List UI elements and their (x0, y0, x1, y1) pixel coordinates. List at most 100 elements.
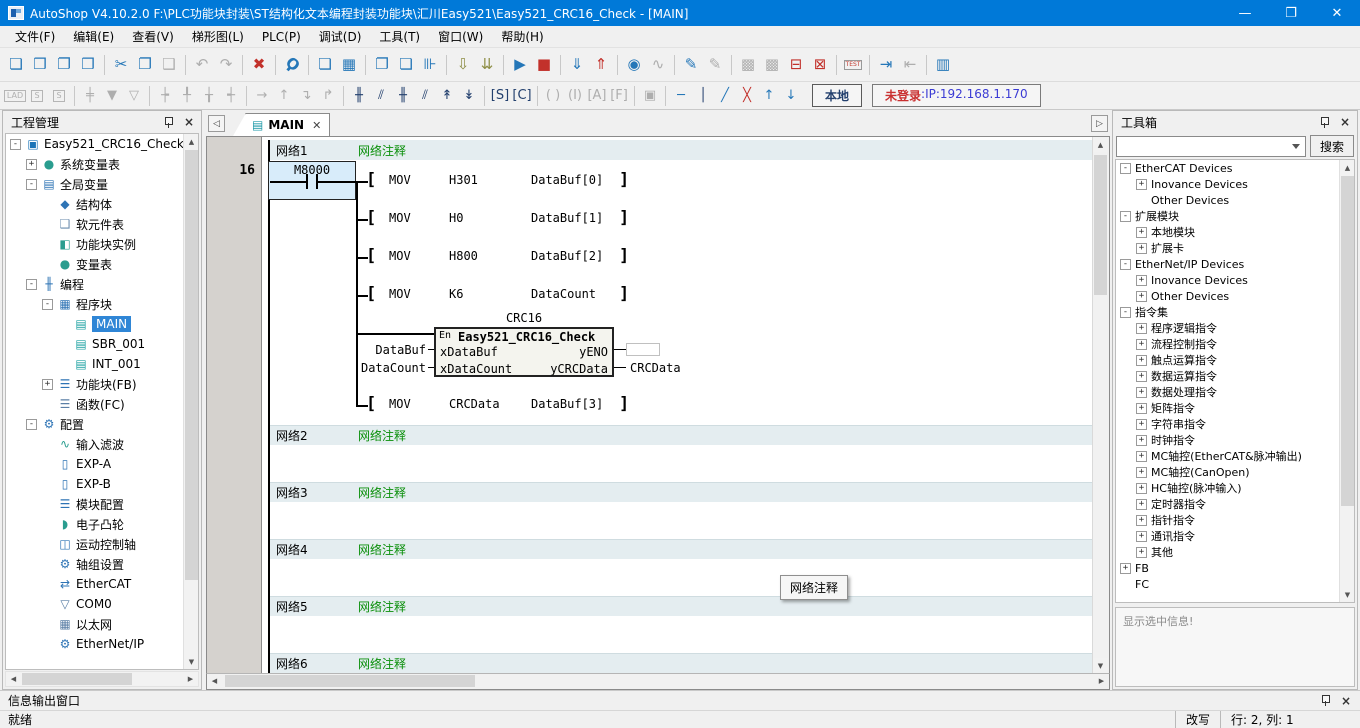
instruction-operand-source[interactable]: CRCData (449, 397, 500, 411)
collapse-icon[interactable]: - (26, 279, 37, 290)
scrollbar-thumb[interactable] (225, 675, 475, 687)
instruction-operand-dest[interactable]: DataBuf[1] (531, 211, 603, 225)
tree-item-item-14[interactable]: +数据处理指令 (1116, 384, 1354, 400)
save-button[interactable]: ❐ (52, 53, 76, 77)
usb-test-button[interactable]: TEST (841, 53, 865, 77)
expand-icon[interactable]: + (1136, 515, 1147, 526)
tree-item-com0[interactable]: ▽COM0 (6, 594, 198, 614)
tree-item-item-17[interactable]: +时钟指令 (1116, 432, 1354, 448)
contact-open-button[interactable]: ╫ (348, 86, 370, 106)
draw-sline-button[interactable]: ╱ (714, 86, 736, 106)
login-button[interactable]: ⇥ (874, 53, 898, 77)
tree-item-item-23[interactable]: +通讯指令 (1116, 528, 1354, 544)
tab-scroll-right-button[interactable]: ▷ (1091, 115, 1108, 132)
expand-icon[interactable]: + (1136, 403, 1147, 414)
cut-button[interactable]: ✂ (109, 53, 133, 77)
expand-icon[interactable]: + (1136, 355, 1147, 366)
run-button[interactable]: ▶ (508, 53, 532, 77)
scrollbar-thumb[interactable] (22, 673, 132, 685)
tree-item-item-2[interactable]: -▤全局变量 (6, 174, 198, 194)
scroll-down-icon[interactable]: ▼ (1340, 587, 1355, 602)
coil-a-button[interactable]: [A] (586, 86, 608, 106)
instruction-operand-dest[interactable]: DataCount (531, 287, 596, 301)
oscilloscope-button[interactable]: ∿ (646, 53, 670, 77)
contact-closed-button[interactable]: ⫽ (370, 86, 392, 106)
menu-item-l[interactable]: 梯形图(L) (183, 26, 253, 47)
expand-icon[interactable]: + (1136, 243, 1147, 254)
network-comment[interactable]: 网络注释 (358, 427, 406, 444)
tree-item-ethernet-ip[interactable]: ⚙EtherNet/IP (6, 634, 198, 654)
tree-item-item-9[interactable]: -指令集 (1116, 304, 1354, 320)
expand-icon[interactable]: + (1136, 499, 1147, 510)
menu-item-v[interactable]: 查看(V) (123, 26, 183, 47)
scroll-right-icon[interactable]: ▶ (183, 672, 198, 686)
tree-item-easy521-crc16-check[interactable]: -▣Easy521_CRC16_Check (6, 134, 198, 154)
contact-rising-button[interactable]: ↟ (436, 86, 458, 106)
tree-item-item-14[interactable]: -⚙配置 (6, 414, 198, 434)
instruction-opcode[interactable]: MOV (389, 249, 411, 263)
network-1-header[interactable]: 网络1 网络注释 (270, 140, 1092, 160)
expand-icon[interactable]: + (1136, 387, 1147, 398)
instruction-operand-source[interactable]: H301 (449, 173, 478, 187)
menu-item-t[interactable]: 工具(T) (370, 26, 429, 47)
expand-icon[interactable]: + (1136, 483, 1147, 494)
tree-item-mc-canopen[interactable]: +MC轴控(CanOpen) (1116, 464, 1354, 480)
tree-item-fb[interactable]: +FB (1116, 560, 1354, 576)
tree-item-item-4[interactable]: ❑软元件表 (6, 214, 198, 234)
tree-item-hc[interactable]: +HC轴控(脉冲输入) (1116, 480, 1354, 496)
new-project-button[interactable]: ❏ (4, 53, 28, 77)
restore-button[interactable]: ❐ (1268, 0, 1314, 26)
instruction-opcode[interactable]: MOV (389, 211, 411, 225)
scroll-up-icon[interactable]: ▲ (1340, 160, 1355, 175)
compile-all-button[interactable]: ⇊ (475, 53, 499, 77)
tree-item-mc-ethercat[interactable]: +MC轴控(EtherCAT&脉冲输出) (1116, 448, 1354, 464)
tree-item-item-10[interactable]: +程序逻辑指令 (1116, 320, 1354, 336)
network-header[interactable]: 网络4网络注释 (270, 539, 1092, 559)
expand-icon[interactable]: + (1136, 227, 1147, 238)
contact-open-b-button[interactable]: ╫ (392, 86, 414, 106)
print-button[interactable]: ▦ (337, 53, 361, 77)
branch-up-button[interactable]: ╁ (198, 86, 220, 106)
menu-item-e[interactable]: 编辑(E) (64, 26, 123, 47)
search-button[interactable]: 搜索 (1310, 135, 1354, 157)
online-delete-button[interactable]: ▩ (760, 53, 784, 77)
branch-end-button[interactable]: ╀ (176, 86, 198, 106)
instruction-opcode[interactable]: MOV (389, 173, 411, 187)
branch-start-button[interactable]: ┾ (154, 86, 176, 106)
tree-item-ethercat-devices[interactable]: -EtherCAT Devices (1116, 160, 1354, 176)
tree-item-item-4[interactable]: +本地模块 (1116, 224, 1354, 240)
instruction-operand-source[interactable]: H800 (449, 249, 478, 263)
scroll-right-icon[interactable]: ▶ (1094, 674, 1109, 688)
collapse-icon[interactable]: - (42, 299, 53, 310)
network-comment[interactable]: 网络注释 (358, 598, 406, 615)
tree-item-item-18[interactable]: ☰模块配置 (6, 494, 198, 514)
save-all-button[interactable]: ❒ (76, 53, 100, 77)
contact-closed-b-button[interactable]: ⫽ (414, 86, 436, 106)
counter-instruction-button[interactable]: [C] (511, 86, 533, 106)
contact-falling-button[interactable]: ↡ (458, 86, 480, 106)
scrollbar-thumb[interactable] (1094, 155, 1107, 295)
tree-item-item-5[interactable]: +扩展卡 (1116, 240, 1354, 256)
tree-item-int-001[interactable]: ▤INT_001 (6, 354, 198, 374)
delete-line-button[interactable]: ╳ (736, 86, 758, 106)
insert-network-below-button[interactable]: ▽ (123, 86, 145, 106)
menu-item-h[interactable]: 帮助(H) (492, 26, 552, 47)
collapse-icon[interactable]: - (1120, 163, 1131, 174)
collapse-icon[interactable]: - (26, 179, 37, 190)
project-tree-hscrollbar[interactable]: ◀ ▶ (5, 671, 199, 687)
toolbox-tree-vscrollbar[interactable]: ▲ ▼ (1339, 160, 1354, 602)
tab-close-icon[interactable]: ✕ (312, 119, 321, 132)
online-edit-button[interactable]: ✎ (703, 53, 727, 77)
collapse-icon[interactable]: - (10, 139, 21, 150)
expand-icon[interactable]: + (1136, 419, 1147, 430)
online-download-button[interactable]: ▩ (736, 53, 760, 77)
tree-item-ethernet-ip-devices[interactable]: -EtherNet/IP Devices (1116, 256, 1354, 272)
tree-item-item-15[interactable]: ∿输入滤波 (6, 434, 198, 454)
tree-item-exp-b[interactable]: ▯EXP-B (6, 474, 198, 494)
close-panel-icon[interactable]: × (181, 116, 197, 128)
move-up-button[interactable]: ↑ (758, 86, 780, 106)
tree-item-item-16[interactable]: +字符串指令 (1116, 416, 1354, 432)
crc16-function-block[interactable]: En Easy521_CRC16_Check xDataBuf xDataCou… (434, 327, 614, 377)
project-tree-vscrollbar[interactable]: ▲ ▼ (183, 134, 198, 669)
network-header[interactable]: 网络2网络注释 (270, 425, 1092, 445)
